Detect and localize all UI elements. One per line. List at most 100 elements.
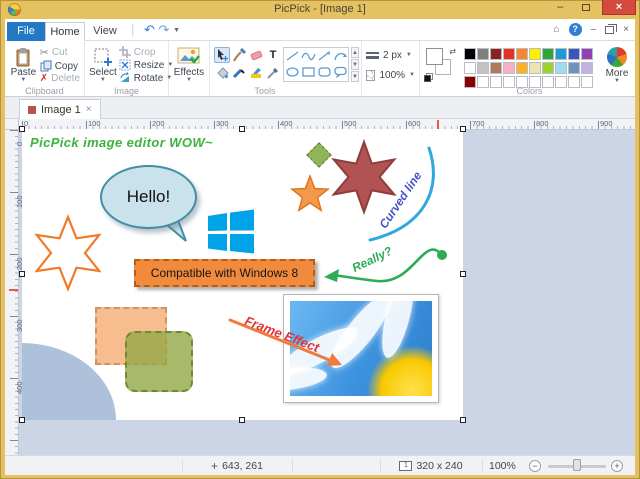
selection-handle[interactable] [239, 126, 245, 132]
tool-pen[interactable] [231, 64, 247, 80]
opacity-selector[interactable]: 100% ▼ [366, 67, 415, 84]
foreground-color-swatch[interactable] [426, 48, 443, 65]
document-tab-close-icon[interactable]: × [86, 104, 92, 115]
color-swatch[interactable] [568, 62, 580, 74]
zoom-out-button[interactable]: − [529, 460, 541, 472]
color-swatch[interactable] [529, 48, 541, 60]
rotate-button[interactable]: Rotate▼ [119, 72, 174, 84]
tool-eyedropper[interactable] [265, 64, 281, 80]
tab-image1[interactable]: Image 1 × [19, 99, 101, 119]
paint-bucket-icon [215, 65, 229, 79]
color-swatch[interactable] [542, 62, 554, 74]
color-swatch[interactable] [503, 48, 515, 60]
effects-dropdown-caret[interactable]: ▼ [186, 78, 192, 83]
line-width-selector[interactable]: 2 px ▼ [366, 47, 415, 64]
tool-brush[interactable] [231, 47, 247, 63]
color-swatch[interactable] [477, 48, 489, 60]
tool-select-move[interactable] [214, 47, 230, 63]
selection-handle[interactable] [460, 126, 466, 132]
child-restore-icon[interactable] [605, 26, 614, 34]
color-swatch[interactable] [555, 62, 567, 74]
more-colors-button[interactable]: More ▼ [599, 44, 635, 84]
selection-handle[interactable] [19, 271, 25, 277]
transparent-color-chip[interactable] [424, 75, 431, 82]
group-colors: ⇄ More ▼ Colors [420, 41, 639, 96]
selection-handle[interactable] [239, 417, 245, 423]
color-swatch[interactable] [464, 62, 476, 74]
selection-handle[interactable] [19, 126, 25, 132]
delete-button[interactable]: ✗Delete [40, 73, 80, 84]
zoom-slider-thumb[interactable] [573, 459, 581, 471]
color-swatch[interactable] [503, 62, 515, 74]
shapes-scroll-up[interactable]: ▲ [351, 47, 359, 58]
shapes-scroll-down[interactable]: ▼ [351, 59, 359, 70]
image-canvas[interactable]: PicPick image editor WOW~ Hello! Compati… [22, 129, 463, 420]
selection-handle[interactable] [19, 417, 25, 423]
selection-handle[interactable] [460, 271, 466, 277]
opacity-caret: ▼ [409, 73, 415, 78]
color-swatch[interactable] [490, 48, 502, 60]
color-swatch[interactable] [529, 62, 541, 74]
color-swatch[interactable] [568, 48, 580, 60]
effects-button[interactable]: Effects ▼ [173, 44, 205, 84]
paste-button[interactable]: Paste ▼ [9, 44, 38, 84]
shape-curve[interactable] [301, 50, 316, 62]
swap-colors-icon[interactable]: ⇄ [449, 47, 456, 56]
home-icon[interactable]: ⌂ [554, 24, 560, 35]
redo-dropdown-caret[interactable]: ▼ [173, 27, 180, 34]
shape-arrow-line[interactable] [317, 50, 332, 62]
shape-curved-arrow[interactable] [333, 50, 348, 62]
cut-button[interactable]: ✂Cut [40, 46, 80, 59]
close-button[interactable]: × [602, 0, 636, 15]
color-palette [464, 44, 593, 84]
color-swatch[interactable] [464, 48, 476, 60]
canvas-workspace[interactable]: 0100200300400500600700800900 01002003004… [5, 119, 635, 455]
undo-button[interactable]: ↶ [144, 22, 155, 37]
tool-eraser[interactable] [248, 47, 264, 63]
color-swatch[interactable] [477, 62, 489, 74]
child-close-button[interactable]: × [623, 24, 629, 35]
group-line-settings: 2 px ▼ 100% ▼ [362, 41, 420, 96]
minimize-button[interactable]: – [550, 0, 570, 15]
shape-rounded-rectangle[interactable] [317, 66, 332, 78]
cursor-position-value: 643, 261 [222, 460, 263, 472]
color-swatch[interactable] [555, 48, 567, 60]
resize-icon [119, 59, 131, 71]
color-swatch[interactable] [542, 48, 554, 60]
color-swatch[interactable] [516, 48, 528, 60]
select-button[interactable]: Select ▼ [89, 44, 117, 84]
help-icon[interactable]: ? [569, 23, 582, 36]
headline-text[interactable]: PicPick image editor WOW~ [30, 135, 213, 150]
resize-button[interactable]: Resize▼ [119, 59, 174, 71]
paste-dropdown-caret[interactable]: ▼ [20, 78, 26, 83]
tab-file[interactable]: File [7, 22, 45, 41]
tool-text[interactable]: T [265, 47, 281, 63]
h-ruler-cursor-marker [437, 120, 439, 129]
divider: | [131, 22, 134, 37]
selection-handle[interactable] [460, 417, 466, 423]
color-swatch[interactable] [516, 62, 528, 74]
picpick-window: PicPick - [Image 1] – × File Home View |… [0, 0, 640, 479]
shape-speech-balloon[interactable] [333, 66, 348, 78]
shape-ellipse[interactable] [285, 66, 300, 78]
tool-fill[interactable] [214, 64, 230, 80]
redo-button[interactable]: ↷ [159, 22, 170, 37]
color-swatch[interactable] [581, 62, 593, 74]
select-dropdown-caret[interactable]: ▼ [100, 78, 106, 83]
tool-highlighter[interactable] [248, 64, 264, 80]
child-minimize-button[interactable]: – [591, 24, 597, 35]
shape-rectangle[interactable] [301, 66, 316, 78]
zoom-in-button[interactable]: + [611, 460, 623, 472]
shapes-more-button[interactable]: ▼ [351, 71, 359, 82]
group-label-tools: Tools [210, 86, 320, 96]
foreground-background-color-control[interactable]: ⇄ [424, 48, 456, 86]
crop-button[interactable]: Crop [119, 46, 174, 58]
group-label-clipboard: Clipboard [5, 86, 84, 96]
copy-button[interactable]: Copy [40, 60, 80, 72]
maximize-button[interactable] [576, 0, 596, 15]
color-swatch[interactable] [490, 62, 502, 74]
color-swatch[interactable] [581, 48, 593, 60]
shape-line[interactable] [285, 50, 300, 62]
tab-home[interactable]: Home [45, 22, 85, 41]
tab-view[interactable]: View [85, 22, 125, 41]
